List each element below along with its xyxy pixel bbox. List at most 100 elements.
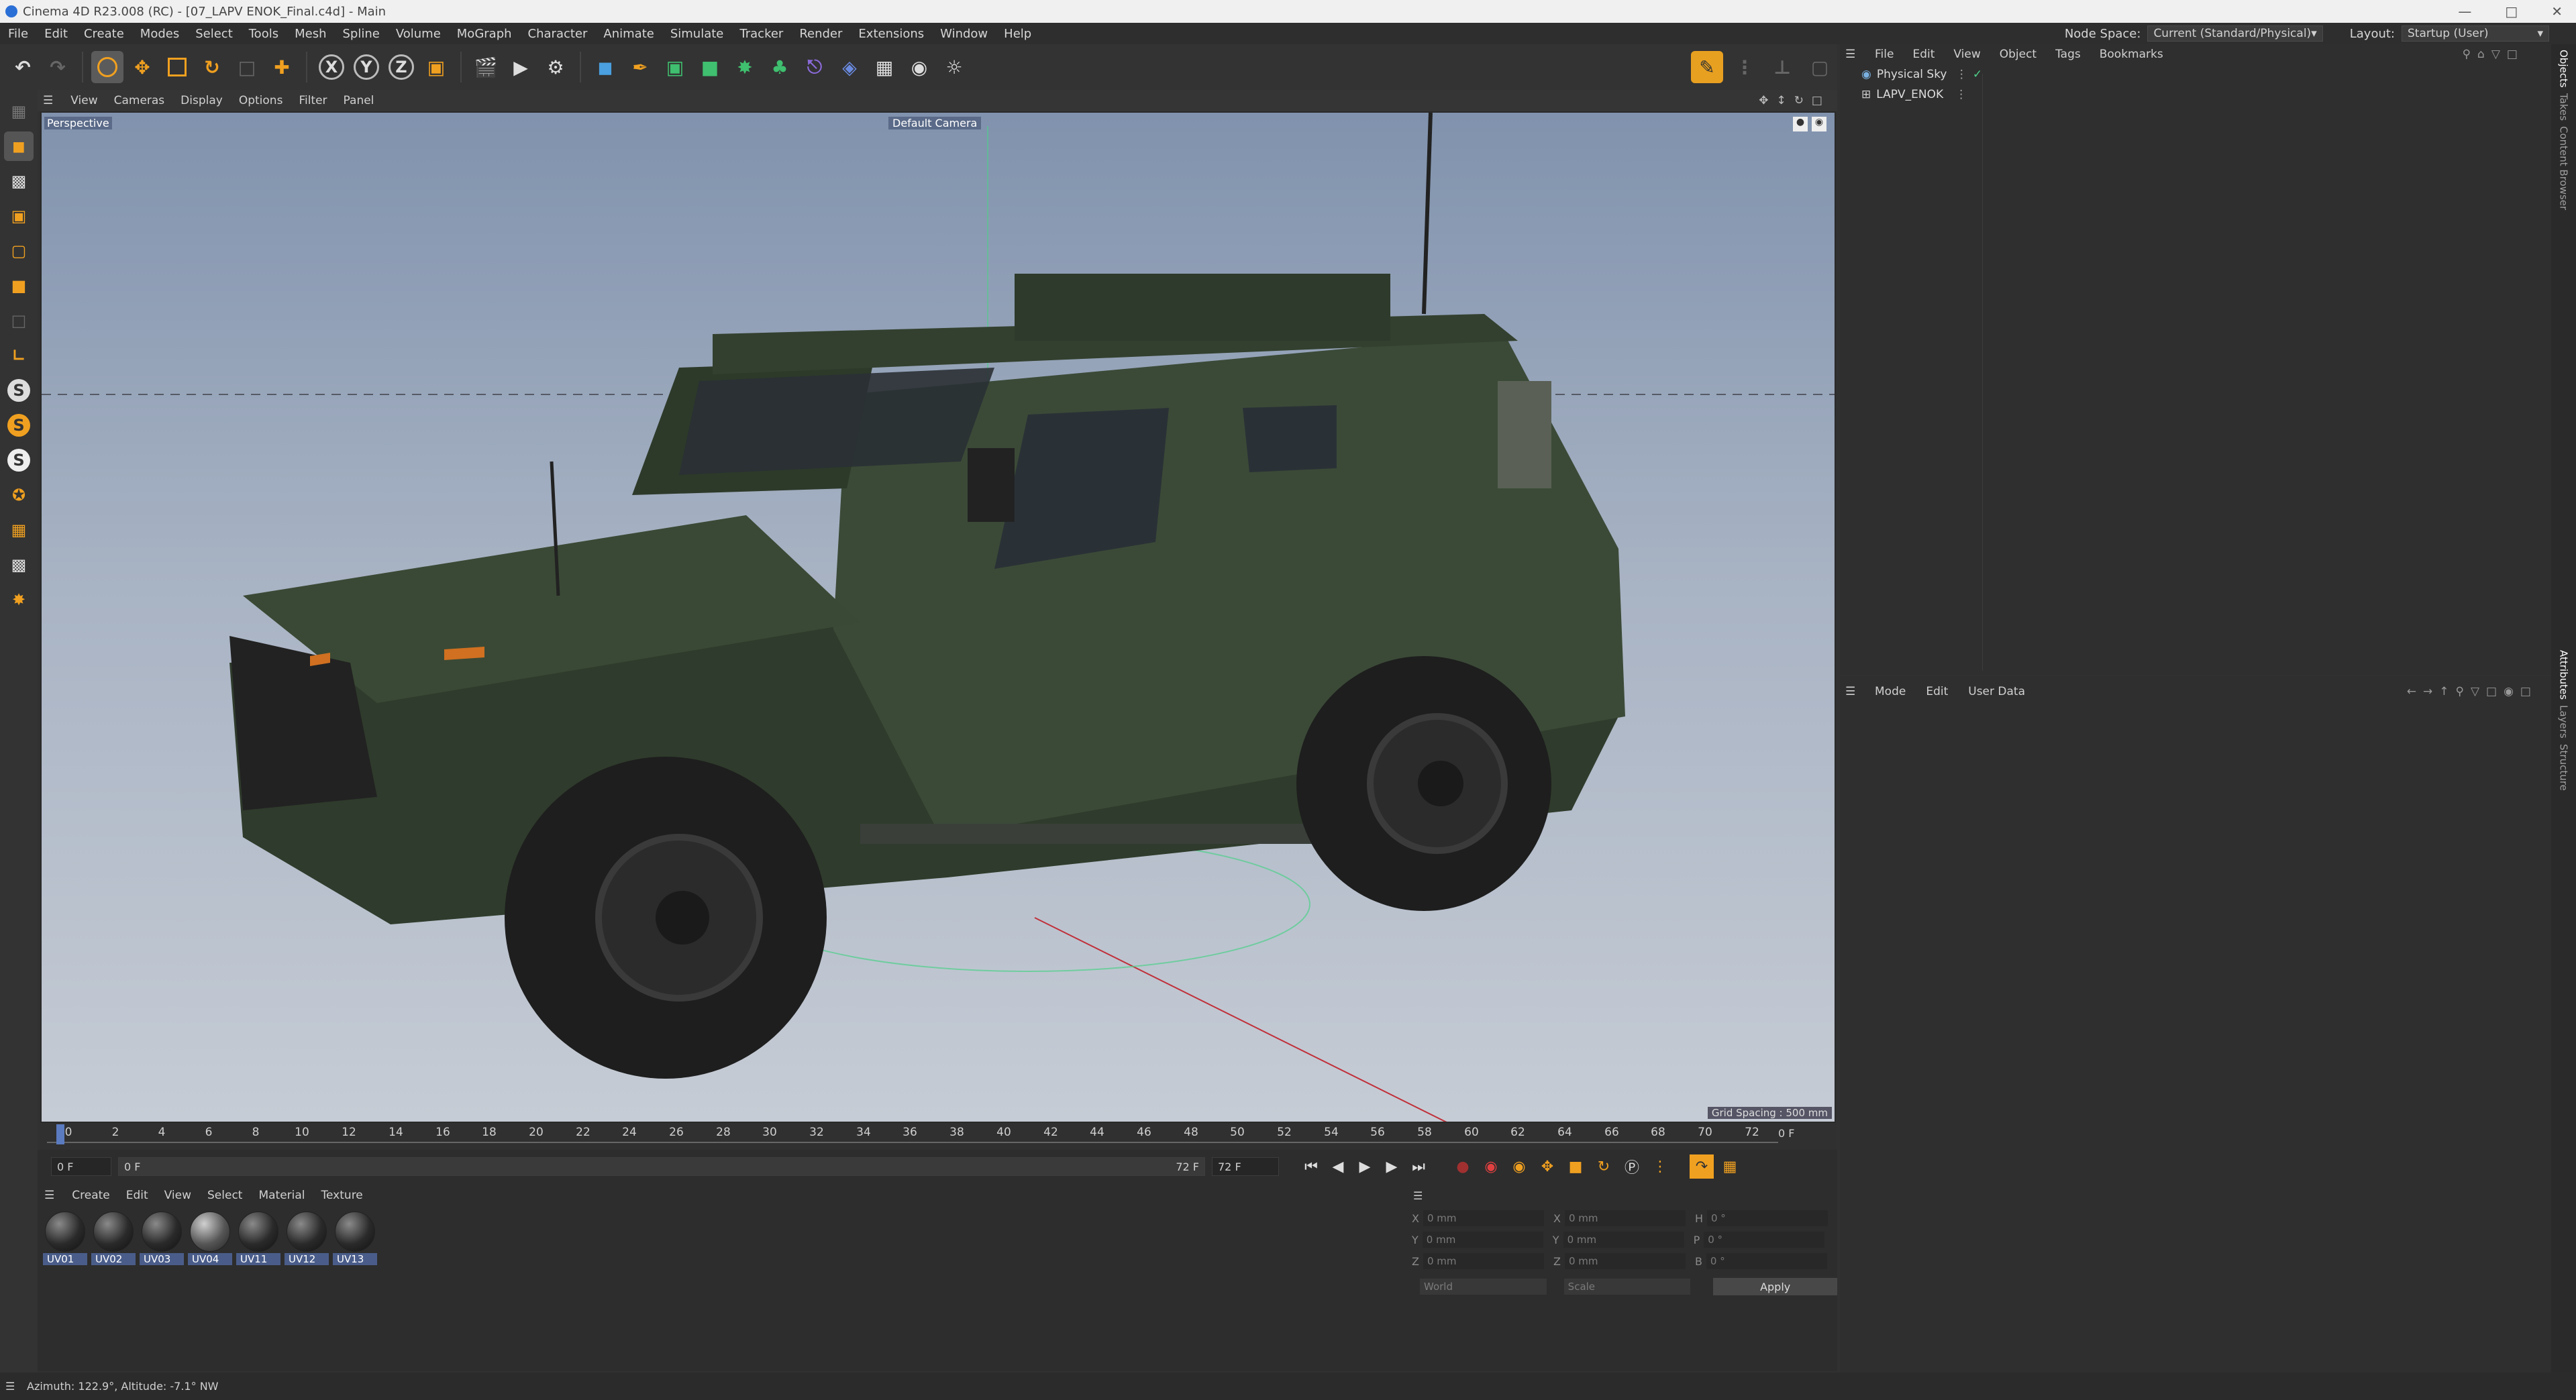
field-icon[interactable]: ◈	[833, 51, 866, 83]
undo-icon[interactable]: ↶	[7, 51, 39, 83]
move-icon[interactable]: ✥	[126, 51, 158, 83]
menu-create[interactable]: Create	[76, 27, 132, 41]
workplane-icon[interactable]: ▦	[4, 515, 34, 545]
scale-icon[interactable]	[161, 51, 193, 83]
attribute-menu-edit[interactable]: Edit	[1918, 685, 1956, 698]
material-swatch[interactable]: UV02	[91, 1211, 136, 1265]
hamburger-icon[interactable]: ☰	[43, 94, 53, 107]
x-axis-lock-button[interactable]: X	[315, 51, 348, 83]
position-key-icon[interactable]: ✥	[1535, 1154, 1559, 1179]
render-view-icon[interactable]: ▶	[505, 51, 537, 83]
viewport-menu-options[interactable]: Options	[231, 94, 291, 107]
material-swatch[interactable]: UV03	[140, 1211, 184, 1265]
menu-tracker[interactable]: Tracker	[731, 27, 791, 41]
cloner-icon[interactable]: ✸	[729, 51, 761, 83]
playhead[interactable]	[56, 1124, 64, 1144]
viewport-menu-cameras[interactable]: Cameras	[106, 94, 173, 107]
viewport-menu-panel[interactable]: Panel	[336, 94, 382, 107]
viewport-menu-filter[interactable]: Filter	[291, 94, 335, 107]
hamburger-icon[interactable]: ☰	[44, 1189, 54, 1202]
solo-selection-button[interactable]: S	[4, 445, 34, 475]
rotation-key-icon[interactable]: ↻	[1592, 1154, 1616, 1179]
go-to-end-icon[interactable]: ⏭	[1406, 1154, 1431, 1179]
render-settings-icon[interactable]: ⚙	[539, 51, 572, 83]
enabled-check-icon[interactable]: ✓	[1973, 68, 1982, 81]
snap-magnet-icon[interactable]: ✪	[4, 480, 34, 510]
z-axis-lock-button[interactable]: Z	[385, 51, 417, 83]
material-menu-material[interactable]: Material	[250, 1189, 313, 1202]
object-menu-object[interactable]: Object	[1992, 48, 2045, 61]
paint-icon[interactable]: ✎	[1691, 51, 1723, 83]
material-menu-select[interactable]: Select	[199, 1189, 250, 1202]
grid-dots-icon[interactable]: ⋮	[1729, 51, 1761, 83]
redo-icon[interactable]: ↷	[42, 51, 74, 83]
menu-volume[interactable]: Volume	[388, 27, 449, 41]
grid-icon[interactable]: ▩	[4, 550, 34, 580]
size-mode-dropdown[interactable]: Scale	[1563, 1279, 1691, 1295]
next-key-icon[interactable]: ▶	[1380, 1154, 1404, 1179]
layout-dropdown[interactable]: Startup (User) ▾	[2402, 25, 2549, 42]
uv-mode-icon[interactable]: □	[4, 306, 34, 335]
menu-help[interactable]: Help	[996, 27, 1039, 41]
keyframe-selection-icon[interactable]: ◉	[1507, 1154, 1531, 1179]
visibility-icon[interactable]: ⋮	[1956, 68, 1967, 81]
menu-select[interactable]: Select	[187, 27, 241, 41]
camera-icon[interactable]: ◉	[903, 51, 935, 83]
tab-objects[interactable]: Objects	[2558, 50, 2570, 88]
material-swatch[interactable]: UV12	[285, 1211, 329, 1265]
preview-range-slider[interactable]: 0 F 72 F	[118, 1157, 1205, 1176]
tab-structure[interactable]: Structure	[2558, 744, 2570, 791]
visibility-icon[interactable]: ⋮	[1955, 88, 1967, 101]
viewport-nav-icons[interactable]: ✥↕↻□	[1759, 94, 1831, 107]
render-region-icon[interactable]: 🎬	[470, 51, 502, 83]
mograph-icon[interactable]: ♣	[764, 51, 796, 83]
snap-icon[interactable]: ⊥	[1766, 51, 1798, 83]
coordinate-space-dropdown[interactable]: World	[1420, 1279, 1547, 1295]
hamburger-icon[interactable]: ☰	[1845, 48, 1855, 61]
extrude-icon[interactable]: ■	[694, 51, 726, 83]
autokey-icon[interactable]: ◉	[1479, 1154, 1503, 1179]
object-tools-icons[interactable]: ⚲⌂▽□	[2463, 48, 2524, 61]
attribute-menu-mode[interactable]: Mode	[1867, 685, 1914, 698]
tweak-icon[interactable]: ✸	[4, 585, 34, 614]
material-swatch[interactable]: UV13	[333, 1211, 377, 1265]
attribute-menu-user-data[interactable]: User Data	[1960, 685, 2033, 698]
rotation-b-field[interactable]: 0 °	[1706, 1253, 1827, 1269]
hamburger-icon[interactable]: ☰	[1413, 1189, 1423, 1202]
position-x-field[interactable]: 0 mm	[1423, 1210, 1544, 1226]
hamburger-icon[interactable]: ☰	[1845, 685, 1855, 698]
position-y-field[interactable]: 0 mm	[1422, 1232, 1543, 1248]
edges-mode-icon[interactable]: ▢	[4, 236, 34, 266]
object-row[interactable]: ⊞ LAPV_ENOK ⋮	[1840, 85, 2551, 105]
menu-animate[interactable]: Animate	[595, 27, 662, 41]
menu-mesh[interactable]: Mesh	[287, 27, 334, 41]
object-menu-bookmarks[interactable]: Bookmarks	[2092, 48, 2171, 61]
material-menu-create[interactable]: Create	[64, 1189, 118, 1202]
object-menu-tags[interactable]: Tags	[2047, 48, 2089, 61]
floor-icon[interactable]: ▦	[868, 51, 900, 83]
node-space-dropdown[interactable]: Current (Standard/Physical) ▾	[2147, 25, 2323, 42]
perspective-viewport[interactable]: Perspective Default Camera ● ◉ Grid Spac…	[40, 111, 1836, 1123]
rotation-h-field[interactable]: 0 °	[1706, 1210, 1828, 1226]
material-menu-edit[interactable]: Edit	[118, 1189, 156, 1202]
live-selection-icon[interactable]	[91, 51, 123, 83]
go-to-start-icon[interactable]: ⏮	[1299, 1154, 1323, 1179]
object-menu-edit[interactable]: Edit	[1904, 48, 1943, 61]
menu-window[interactable]: Window	[932, 27, 996, 41]
object-menu-file[interactable]: File	[1867, 48, 1902, 61]
viewport-menu-view[interactable]: View	[62, 94, 105, 107]
attribute-nav-icons[interactable]: ←→↑⚲▽□◉□	[2407, 685, 2538, 698]
parameter-key-icon[interactable]: Ⓟ	[1620, 1154, 1644, 1179]
close-icon[interactable]: ✕	[2551, 3, 2563, 19]
transform-icon[interactable]: □	[231, 51, 263, 83]
axis-mode-icon[interactable]: ∟	[4, 341, 34, 370]
scale-key-icon[interactable]: ■	[1563, 1154, 1588, 1179]
play-icon[interactable]: ▶	[1353, 1154, 1377, 1179]
scale-x-field[interactable]: 0 mm	[1564, 1210, 1686, 1226]
object-menu-view[interactable]: View	[1945, 48, 1988, 61]
light-icon[interactable]: ☼	[938, 51, 970, 83]
polygons-mode-icon[interactable]: ■	[4, 271, 34, 301]
menu-simulate[interactable]: Simulate	[662, 27, 732, 41]
y-axis-lock-button[interactable]: Y	[350, 51, 382, 83]
previous-key-icon[interactable]: ◀	[1326, 1154, 1350, 1179]
